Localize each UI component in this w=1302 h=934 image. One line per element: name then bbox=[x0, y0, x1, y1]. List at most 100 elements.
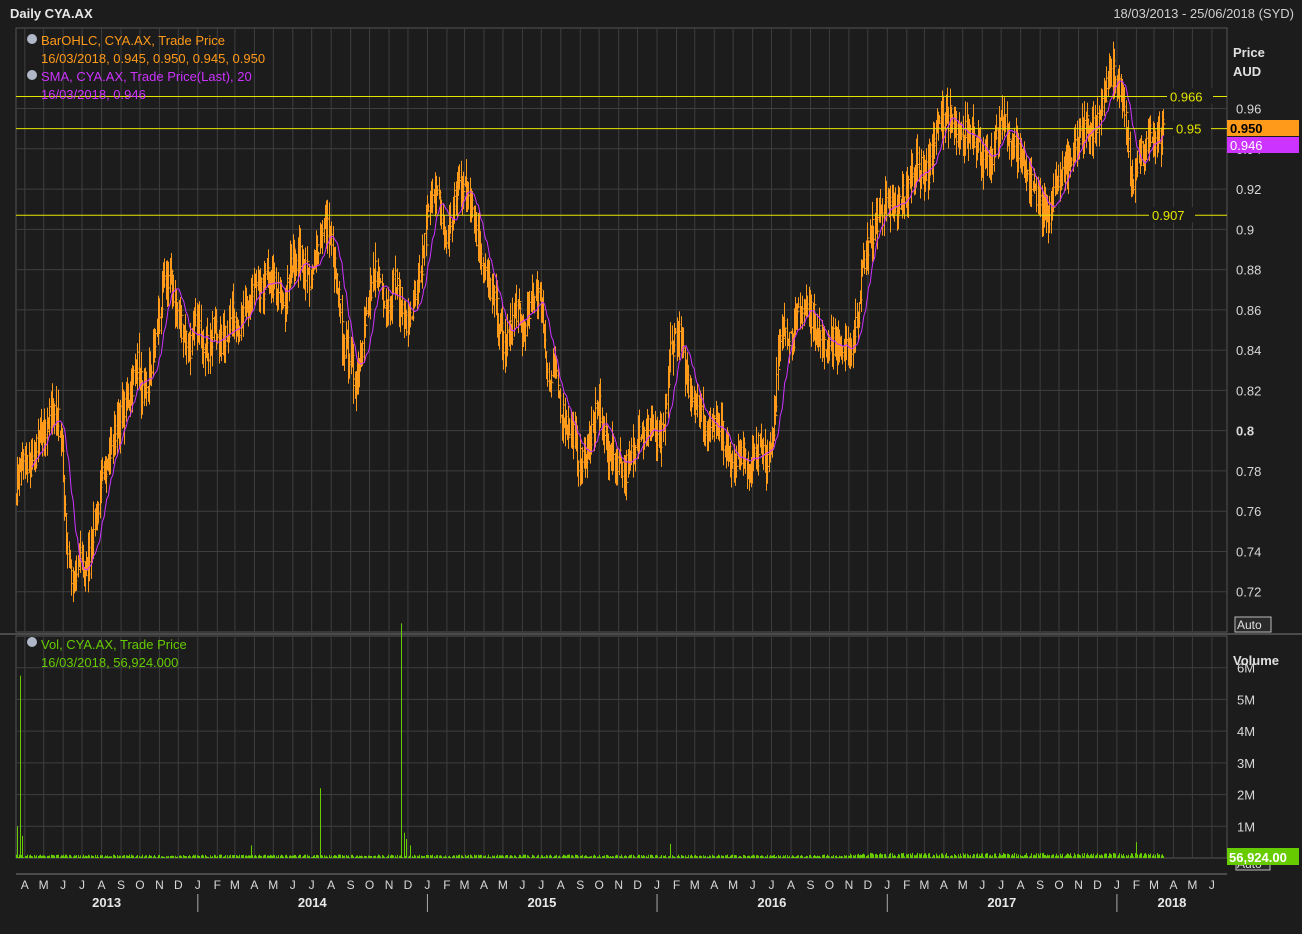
horizontal-line-label: 0.95 bbox=[1176, 122, 1201, 137]
price-tick-label: 0.9 bbox=[1236, 222, 1254, 237]
month-tick-label: O bbox=[135, 878, 144, 892]
year-label: 2013 bbox=[92, 895, 121, 910]
month-tick-label: A bbox=[250, 878, 258, 892]
month-tick-label: N bbox=[155, 878, 164, 892]
month-tick-label: J bbox=[769, 878, 775, 892]
month-tick-label: O bbox=[365, 878, 374, 892]
sma-values: 16/03/2018, 0.946 bbox=[41, 87, 146, 102]
month-tick-label: J bbox=[750, 878, 756, 892]
month-tick-label: S bbox=[347, 878, 355, 892]
month-tick-label: A bbox=[940, 878, 948, 892]
price-tick-label: 0.78 bbox=[1236, 464, 1261, 479]
month-tick-label: O bbox=[594, 878, 603, 892]
year-label: 2016 bbox=[757, 895, 786, 910]
sma-legend: SMA, CYA.AX, Trade Price(Last), 20 bbox=[41, 69, 252, 84]
horizontal-line-label: 0.966 bbox=[1170, 89, 1203, 104]
month-tick-label: F bbox=[903, 878, 910, 892]
month-tick-label: J bbox=[1114, 878, 1120, 892]
month-tick-label: A bbox=[710, 878, 718, 892]
volume-tick-label: 5M bbox=[1237, 692, 1255, 707]
volume-tick-label: 1M bbox=[1237, 819, 1255, 834]
month-tick-label: J bbox=[79, 878, 85, 892]
price-axis-title: Price bbox=[1233, 45, 1265, 60]
volume-tick-label: 2M bbox=[1237, 788, 1255, 803]
volume-legend: Vol, CYA.AX, Trade Price bbox=[41, 637, 187, 652]
month-tick-label: J bbox=[998, 878, 1004, 892]
price-tick-label: 0.72 bbox=[1236, 585, 1261, 600]
last-price-badge-text: 0.950 bbox=[1230, 121, 1263, 136]
volume-tick-label: 4M bbox=[1237, 724, 1255, 739]
volume-axis-title: Volume bbox=[1233, 653, 1279, 668]
sma-legend-icon[interactable] bbox=[27, 70, 37, 80]
year-label: 2017 bbox=[987, 895, 1016, 910]
month-tick-label: J bbox=[519, 878, 525, 892]
month-tick-label: J bbox=[884, 878, 890, 892]
month-tick-label: M bbox=[460, 878, 470, 892]
year-label: 2015 bbox=[527, 895, 556, 910]
month-tick-label: N bbox=[1074, 878, 1083, 892]
ohlc-legend-icon[interactable] bbox=[27, 34, 37, 44]
chart-background bbox=[0, 0, 1302, 934]
price-tick-label: 0.88 bbox=[1236, 263, 1261, 278]
month-tick-label: A bbox=[21, 878, 29, 892]
month-tick-label: M bbox=[690, 878, 700, 892]
month-tick-label: A bbox=[557, 878, 565, 892]
month-tick-label: M bbox=[268, 878, 278, 892]
price-tick-label: 0.74 bbox=[1236, 544, 1261, 559]
ohlc-values: 16/03/2018, 0.945, 0.950, 0.945, 0.950 bbox=[41, 51, 265, 66]
volume-values: 16/03/2018, 56,924.000 bbox=[41, 655, 178, 670]
month-tick-label: D bbox=[863, 878, 872, 892]
month-tick-label: J bbox=[309, 878, 315, 892]
horizontal-line-label: 0.907 bbox=[1152, 208, 1185, 223]
chart-title: Daily CYA.AX bbox=[10, 6, 93, 21]
ohlc-legend: BarOHLC, CYA.AX, Trade Price bbox=[41, 33, 225, 48]
volume-legend-icon[interactable] bbox=[27, 637, 37, 647]
month-tick-label: A bbox=[787, 878, 795, 892]
price-auto-label: Auto bbox=[1237, 618, 1262, 632]
month-tick-label: F bbox=[443, 878, 450, 892]
price-axis-unit: AUD bbox=[1233, 64, 1261, 79]
month-tick-label: J bbox=[195, 878, 201, 892]
month-tick-label: F bbox=[214, 878, 221, 892]
month-tick-label: A bbox=[1017, 878, 1025, 892]
month-tick-label: S bbox=[1036, 878, 1044, 892]
price-tick-label: 0.84 bbox=[1236, 343, 1261, 358]
month-tick-label: N bbox=[385, 878, 394, 892]
month-tick-label: D bbox=[633, 878, 642, 892]
month-tick-label: M bbox=[728, 878, 738, 892]
month-tick-label: M bbox=[1149, 878, 1159, 892]
month-tick-label: F bbox=[673, 878, 680, 892]
month-tick-label: S bbox=[807, 878, 815, 892]
month-tick-label: O bbox=[825, 878, 834, 892]
month-tick-label: J bbox=[424, 878, 430, 892]
date-range: 18/03/2013 - 25/06/2018 (SYD) bbox=[1113, 6, 1294, 21]
month-tick-label: J bbox=[1209, 878, 1215, 892]
price-tick-label: 0.96 bbox=[1236, 102, 1261, 117]
sma-badge-text: 0.946 bbox=[1230, 138, 1263, 153]
month-tick-label: A bbox=[327, 878, 335, 892]
month-tick-label: M bbox=[230, 878, 240, 892]
month-tick-label: M bbox=[919, 878, 929, 892]
month-tick-label: D bbox=[174, 878, 183, 892]
month-tick-label: A bbox=[480, 878, 488, 892]
last-volume-badge-text: 56,924.00 bbox=[1229, 850, 1287, 865]
month-tick-label: A bbox=[98, 878, 106, 892]
month-tick-label: M bbox=[1187, 878, 1197, 892]
price-tick-label: 0.86 bbox=[1236, 303, 1261, 318]
month-tick-label: S bbox=[576, 878, 584, 892]
month-tick-label: M bbox=[498, 878, 508, 892]
month-tick-label: D bbox=[1093, 878, 1102, 892]
chart: 0.9660.950.907 AMJJASONDJFMAMJJASONDJFMA… bbox=[0, 0, 1302, 934]
month-tick-label: F bbox=[1133, 878, 1140, 892]
price-tick-label: 0.92 bbox=[1236, 182, 1261, 197]
month-tick-label: A bbox=[1170, 878, 1178, 892]
month-tick-label: O bbox=[1054, 878, 1063, 892]
month-tick-label: J bbox=[538, 878, 544, 892]
month-tick-label: N bbox=[614, 878, 623, 892]
price-tick-label: 0.82 bbox=[1236, 383, 1261, 398]
month-tick-label: S bbox=[117, 878, 125, 892]
year-label: 2014 bbox=[298, 895, 328, 910]
price-tick-label: 0.76 bbox=[1236, 504, 1261, 519]
month-tick-label: J bbox=[60, 878, 66, 892]
month-tick-label: N bbox=[845, 878, 854, 892]
